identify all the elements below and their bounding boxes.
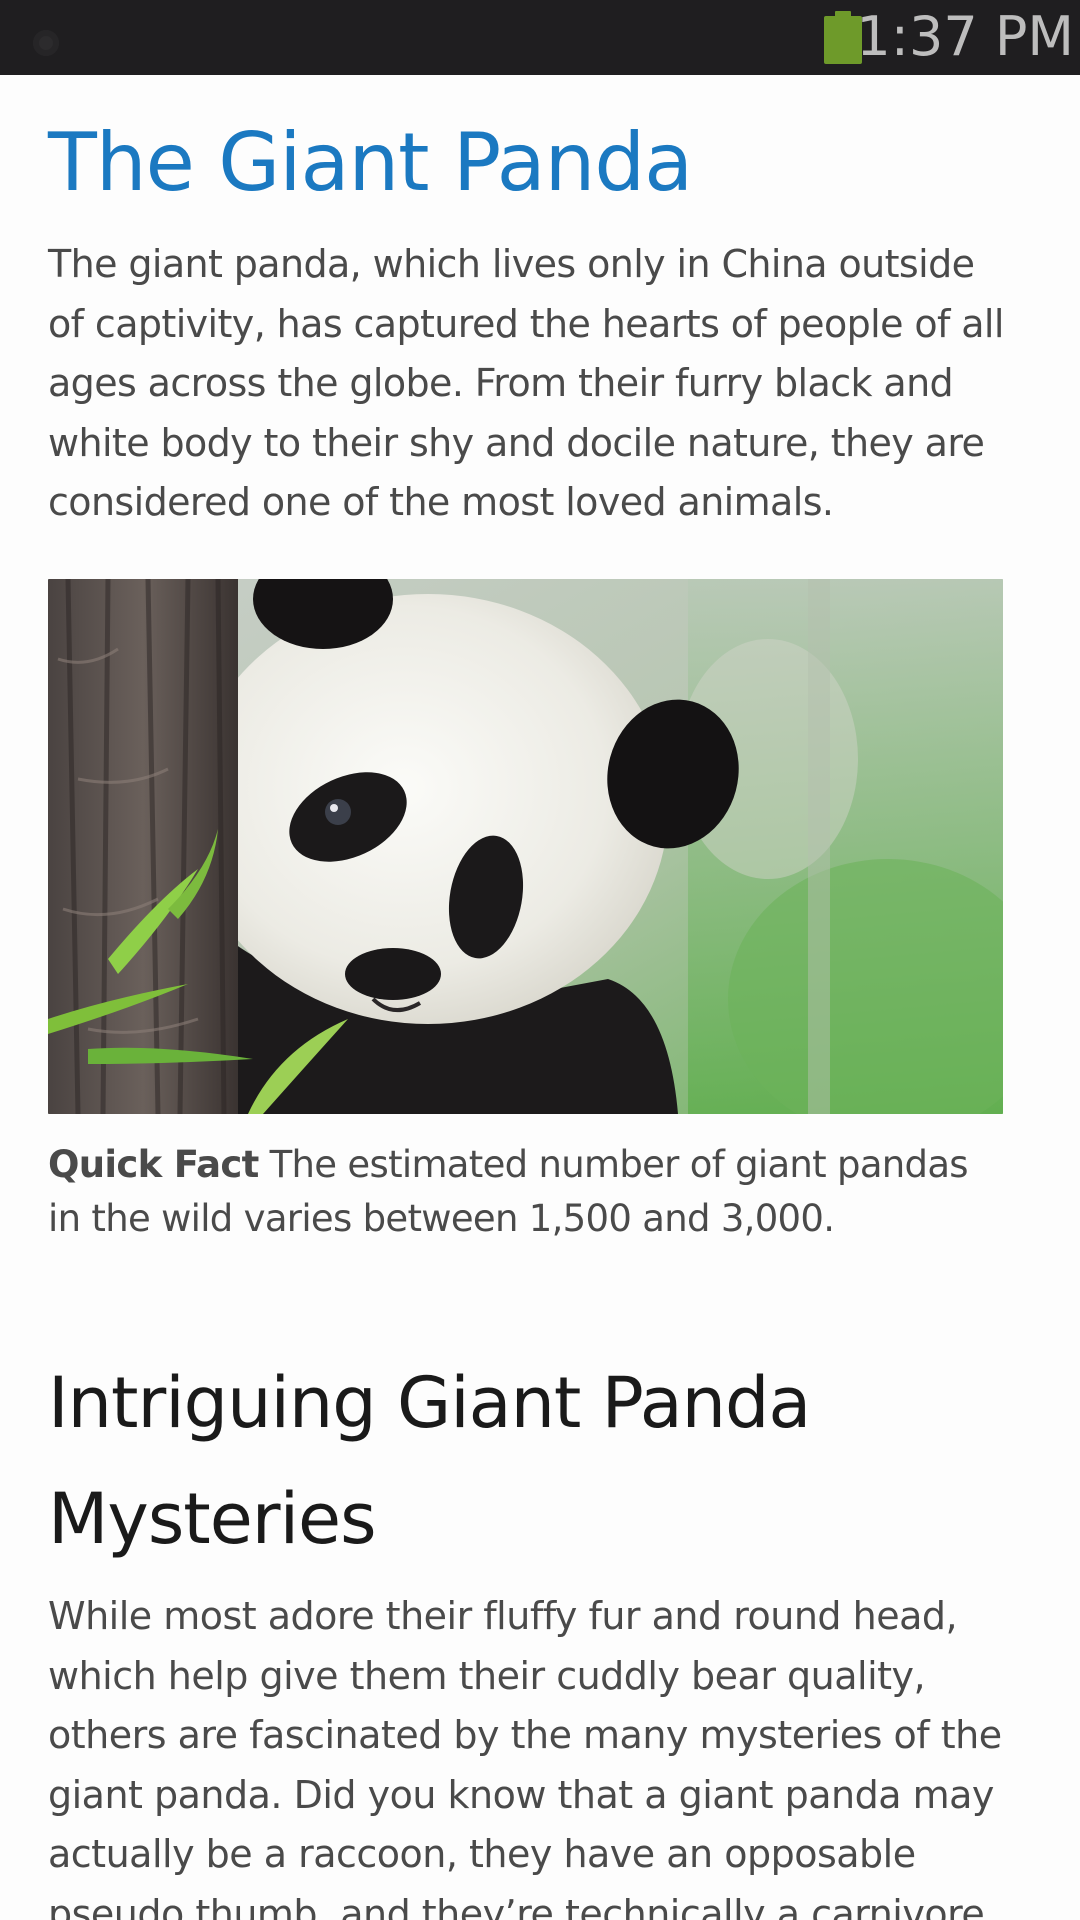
section-title: Intriguing Giant Panda Mysteries — [48, 1362, 811, 1560]
section-paragraph: While most adore their fluffy fur and ro… — [48, 1594, 1002, 1920]
status-clock: 1:37 PM — [856, 5, 1074, 68]
panda-image — [48, 579, 1003, 1114]
page-title: The Giant Panda — [48, 116, 693, 209]
quick-fact-label: Quick Fact — [48, 1143, 259, 1186]
quick-fact: Quick Fact The estimated number of giant… — [48, 1138, 1008, 1246]
intro-paragraph: The giant panda, which lives only in Chi… — [48, 242, 1004, 524]
status-bar: 1:37 PM — [0, 0, 1080, 75]
notification-dot-icon — [33, 30, 59, 56]
